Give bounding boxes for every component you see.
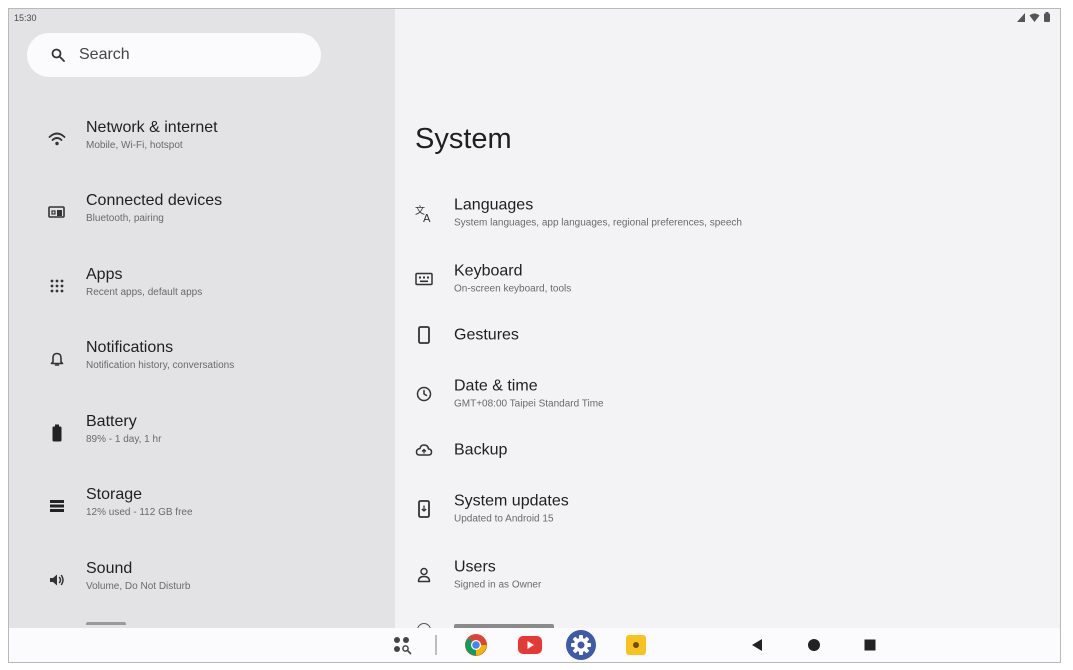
wifi-icon [47,129,67,149]
sidebar-item-battery[interactable]: Battery 89% - 1 day, 1 hr [9,400,395,466]
back-button[interactable] [749,637,765,653]
app-drawer-button[interactable] [391,634,413,656]
system-update-icon [414,499,434,519]
settings-item-title: Languages [454,196,534,214]
svg-text:A: A [423,212,431,223]
recents-button[interactable] [862,637,878,653]
sidebar-item-title: Storage [86,486,143,503]
sidebar-item-title: Battery [86,413,137,430]
settings-item-keyboard[interactable]: Keyboard On-screen keyboard, tools [395,249,1060,309]
taskbar [9,628,1060,662]
gestures-phone-icon [414,325,434,345]
sidebar-item-sound[interactable]: Sound Volume, Do Not Disturb [9,547,395,613]
search-input[interactable] [79,46,279,64]
bell-icon [47,349,67,369]
status-icons [1017,12,1050,22]
page-title: System [415,123,512,155]
settings-item-title: Gestures [454,326,519,344]
sidebar-item-subtitle: Volume, Do Not Disturb [86,581,191,592]
sidebar-item-subtitle: Bluetooth, pairing [86,213,164,224]
sidebar-item-subtitle: Notification history, conversations [86,360,235,371]
sidebar-item-connected-devices[interactable]: Connected devices Bluetooth, pairing [9,179,395,245]
battery-icon [47,423,67,443]
settings-item-backup[interactable]: Backup [395,420,1060,480]
home-icon [808,639,820,651]
status-bar: 15:30 [9,9,1060,31]
translate-icon: 文 A [414,203,434,223]
sidebar-item-notifications[interactable]: Notifications Notification history, conv… [9,326,395,392]
settings-item-subtitle: System languages, app languages, regiona… [454,217,742,229]
settings-sidebar: Network & internet Mobile, Wi-Fi, hotspo… [9,9,395,628]
apps-grid-icon [47,276,67,296]
recents-icon [864,639,876,651]
sidebar-item-title: Sound [86,560,133,577]
search-bar[interactable] [27,33,321,77]
signal-icon [1017,12,1025,22]
keyboard-icon [414,269,434,289]
wifi-status-icon [1029,13,1040,22]
connected-devices-icon [47,202,67,222]
settings-item-subtitle: On-screen keyboard, tools [454,283,572,295]
storage-icon [47,496,67,516]
sidebar-item-title: Network & internet [86,119,218,136]
settings-item-title: Keyboard [454,262,523,280]
sidebar-item-network[interactable]: Network & internet Mobile, Wi-Fi, hotspo… [9,106,395,172]
settings-item-languages[interactable]: 文 A Languages System languages, app lang… [395,183,1060,243]
sidebar-item-title: Notifications [86,339,174,356]
search-icon [51,48,65,62]
sidebar-item-subtitle: 89% - 1 day, 1 hr [86,434,162,445]
settings-content: System 文 A Languages System languages, a… [395,9,1060,628]
notes-app-icon[interactable] [625,634,647,656]
sidebar-item-subtitle: Mobile, Wi-Fi, hotspot [86,140,183,151]
sidebar-next-item-partial [86,621,146,625]
settings-item-subtitle: Signed in as Owner [454,579,542,591]
volume-icon [47,570,67,590]
app-drawer-icon [394,637,412,655]
settings-item-subtitle: Updated to Android 15 [454,513,554,525]
sidebar-item-subtitle: Recent apps, default apps [86,287,203,298]
sidebar-item-title: Connected devices [86,192,223,209]
battery-status-icon [1044,12,1050,22]
sidebar-item-storage[interactable]: Storage 12% used - 112 GB free [9,473,395,539]
settings-item-title: Users [454,558,496,576]
taskbar-divider [435,635,437,655]
settings-item-users[interactable]: Users Signed in as Owner [395,545,1060,605]
status-time: 15:30 [14,13,37,23]
home-button[interactable] [806,637,822,653]
settings-next-item-partial [395,621,595,628]
settings-item-title: System updates [454,492,569,510]
settings-item-gestures[interactable]: Gestures [395,305,1060,365]
tablet-screen: 15:30 Network & internet [8,8,1061,663]
settings-app-icon[interactable] [564,628,598,662]
settings-item-subtitle: GMT+08:00 Taipei Standard Time [454,398,604,410]
sidebar-item-apps[interactable]: Apps Recent apps, default apps [9,253,395,319]
settings-item-date-time[interactable]: Date & time GMT+08:00 Taipei Standard Ti… [395,364,1060,424]
user-icon [414,565,434,585]
sidebar-item-subtitle: 12% used - 112 GB free [86,507,193,518]
settings-item-system-updates[interactable]: System updates Updated to Android 15 [395,479,1060,539]
settings-item-title: Date & time [454,377,538,395]
back-icon [752,639,762,651]
sidebar-item-title: Apps [86,266,123,283]
cloud-backup-icon [414,440,434,460]
settings-item-title: Backup [454,441,508,459]
youtube-app-icon[interactable] [517,633,543,657]
chrome-app-icon[interactable] [464,633,488,657]
clock-icon [414,384,434,404]
